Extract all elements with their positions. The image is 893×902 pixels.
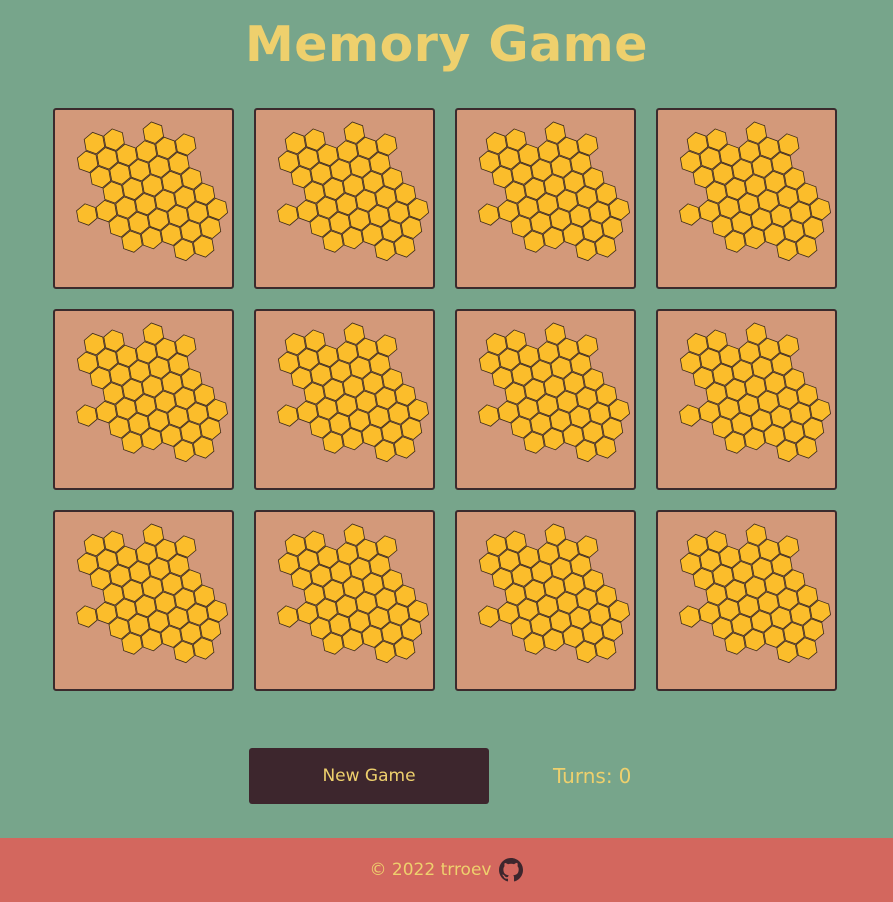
game-controls: New Game Turns: 0 xyxy=(249,748,631,804)
memory-card[interactable] xyxy=(455,309,636,490)
honeycomb-cell xyxy=(277,605,299,628)
honeycomb-icon xyxy=(478,322,630,463)
turns-value: 0 xyxy=(618,764,632,788)
honeycomb-icon xyxy=(277,523,429,664)
honeycomb-cell xyxy=(277,203,299,226)
honeycomb-cell xyxy=(679,203,701,226)
honeycomb-cell xyxy=(76,605,98,628)
memory-card[interactable] xyxy=(53,108,234,289)
honeycomb-cell xyxy=(679,605,701,628)
honeycomb-cell xyxy=(277,404,299,427)
turns-counter: Turns: 0 xyxy=(553,764,631,788)
card-grid xyxy=(53,108,837,691)
memory-card[interactable] xyxy=(455,108,636,289)
honeycomb-icon xyxy=(679,322,831,463)
honeycomb-icon xyxy=(76,322,228,463)
page-title: Memory Game xyxy=(245,16,648,73)
memory-card[interactable] xyxy=(656,510,837,691)
honeycomb-icon xyxy=(679,121,831,262)
memory-card[interactable] xyxy=(656,108,837,289)
memory-card[interactable] xyxy=(53,309,234,490)
honeycomb-icon xyxy=(478,121,630,262)
honeycomb-cell xyxy=(76,203,98,226)
memory-card[interactable] xyxy=(254,108,435,289)
honeycomb-icon xyxy=(277,322,429,463)
honeycomb-icon xyxy=(478,523,630,664)
turns-label: Turns: xyxy=(553,764,613,788)
memory-card[interactable] xyxy=(254,510,435,691)
honeycomb-cell xyxy=(76,404,98,427)
honeycomb-icon xyxy=(277,121,429,262)
honeycomb-cell xyxy=(478,404,500,427)
honeycomb-icon xyxy=(76,121,228,262)
honeycomb-cell xyxy=(478,203,500,226)
new-game-button[interactable]: New Game xyxy=(249,748,489,804)
memory-card[interactable] xyxy=(656,309,837,490)
memory-card[interactable] xyxy=(53,510,234,691)
honeycomb-cell xyxy=(679,404,701,427)
honeycomb-icon xyxy=(76,523,228,664)
memory-card[interactable] xyxy=(254,309,435,490)
footer: © 2022 trroev xyxy=(0,838,893,902)
memory-card[interactable] xyxy=(455,510,636,691)
honeycomb-icon xyxy=(679,523,831,664)
github-icon[interactable] xyxy=(499,858,524,882)
honeycomb-cell xyxy=(478,605,500,628)
footer-copyright: © 2022 trroev xyxy=(369,860,492,880)
